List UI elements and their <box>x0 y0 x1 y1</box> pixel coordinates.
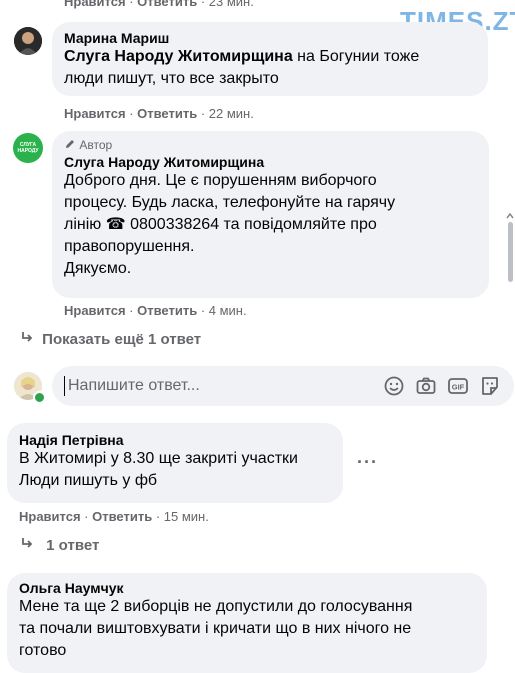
reply-arrow-icon <box>20 330 38 348</box>
scrollbar-arrow[interactable] <box>506 208 514 219</box>
comment-meta: Нравится · Ответить · 4 мин. <box>64 303 247 318</box>
timestamp: 23 мин. <box>208 0 254 9</box>
online-status-dot <box>33 391 46 404</box>
reply-placeholder: Напишите ответ... <box>68 377 200 394</box>
show-more-replies[interactable]: Показать ещё 1 ответ <box>20 330 201 348</box>
reply-arrow-icon <box>20 536 42 554</box>
pencil-icon <box>64 138 76 153</box>
comment-text-line: та почали виштовхувати і кричати що в ни… <box>19 620 412 637</box>
gif-icon[interactable]: GIF <box>446 374 470 398</box>
avatar[interactable] <box>14 27 42 55</box>
comment-author[interactable]: Слуга Народу Житомирщина <box>64 154 477 170</box>
timestamp: 15 мин. <box>163 509 209 524</box>
timestamp: 22 мин. <box>208 106 254 121</box>
avatar-logo-text: НАРОДУ <box>17 148 39 154</box>
text-cursor <box>64 376 65 396</box>
comment-text-line: правопорушення. <box>64 238 195 255</box>
comment-meta: Нравится · Ответить · 15 мин. <box>19 509 209 524</box>
page-avatar[interactable]: СЛУГА НАРОДУ <box>13 133 43 163</box>
reply-input[interactable]: Напишите ответ... GIF <box>52 366 514 406</box>
comment-text-line: Мене та ще 2 виборців не допустили до го… <box>19 598 413 615</box>
svg-text:GIF: GIF <box>452 383 465 392</box>
sticker-icon[interactable] <box>478 374 502 398</box>
reply-link[interactable]: Ответить <box>92 509 152 524</box>
comment-author[interactable]: Марина Мариш <box>64 30 476 46</box>
reply-link[interactable]: Ответить <box>137 0 197 9</box>
comment-text: на Богунии тоже <box>292 48 420 65</box>
comment-author[interactable]: Надія Петрівна <box>19 432 331 448</box>
comment-author[interactable]: Ольга Наумчук <box>19 580 475 596</box>
like-link[interactable]: Нравится <box>64 106 126 121</box>
comment-bubble: Ольга Наумчук Мене та ще 2 виборців не д… <box>7 573 487 673</box>
avatar-photo-icon <box>14 27 42 55</box>
chevron-up-icon <box>506 212 514 219</box>
comment-bubble: Автор Слуга Народу Житомирщина Доброго д… <box>52 131 489 298</box>
like-link[interactable]: Нравится <box>64 0 126 9</box>
comment-bubble: Марина Мариш Слуга Народу Житомирщина на… <box>52 22 488 96</box>
reply-link[interactable]: Ответить <box>137 106 197 121</box>
mention-link[interactable]: Слуга Народу Житомирщина <box>64 48 293 65</box>
comment-text-line: готово <box>19 642 67 659</box>
view-replies[interactable]: 1 ответ <box>20 536 99 554</box>
emoji-icon[interactable] <box>382 374 406 398</box>
comment-text-line: В Житомирі у 8.30 ще закриті участки <box>19 450 298 467</box>
comment-text-line: Дякуємо. <box>64 260 132 277</box>
comment-bubble: Надія Петрівна В Житомирі у 8.30 ще закр… <box>7 423 343 503</box>
timestamp: 4 мин. <box>208 303 247 318</box>
reply-link[interactable]: Ответить <box>137 303 197 318</box>
comment-text-line: Люди пишуть у фб <box>19 472 158 489</box>
scrollbar-thumb[interactable] <box>508 222 513 282</box>
comment-text-line: процесу. Будь ласка, телефонуйте на гаря… <box>64 194 396 211</box>
like-link[interactable]: Нравится <box>64 303 126 318</box>
comment-text-line: лінію ☎ 0800338264 та повідомляйте про <box>64 216 377 233</box>
more-options-icon[interactable]: ··· <box>357 452 378 473</box>
like-link[interactable]: Нравится <box>19 509 81 524</box>
comment-text-line: Доброго дня. Це є порушенням виборчого <box>64 172 377 189</box>
author-badge: Автор <box>64 138 477 154</box>
top-comment-meta: Нравится · Ответить · 23 мин. <box>64 0 254 9</box>
comment-text: люди пишут, что все закрыто <box>64 70 279 87</box>
comment-meta: Нравится · Ответить · 22 мин. <box>64 106 254 121</box>
camera-icon[interactable] <box>414 374 438 398</box>
